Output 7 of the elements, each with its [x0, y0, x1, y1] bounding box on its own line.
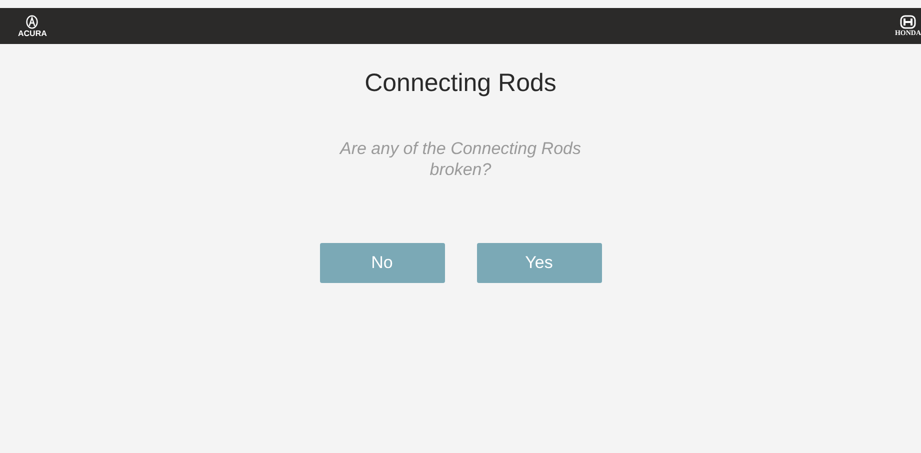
honda-emblem-icon — [900, 15, 916, 29]
logo-text: ACURA — [18, 30, 47, 38]
answer-button[interactable]: No — [320, 243, 444, 283]
page-title: Connecting Rods — [364, 69, 556, 98]
question-text: Are any of the Connecting Rods broken? — [338, 138, 582, 180]
acura-emblem-icon — [26, 14, 38, 28]
answer-button[interactable]: Yes — [476, 243, 602, 283]
